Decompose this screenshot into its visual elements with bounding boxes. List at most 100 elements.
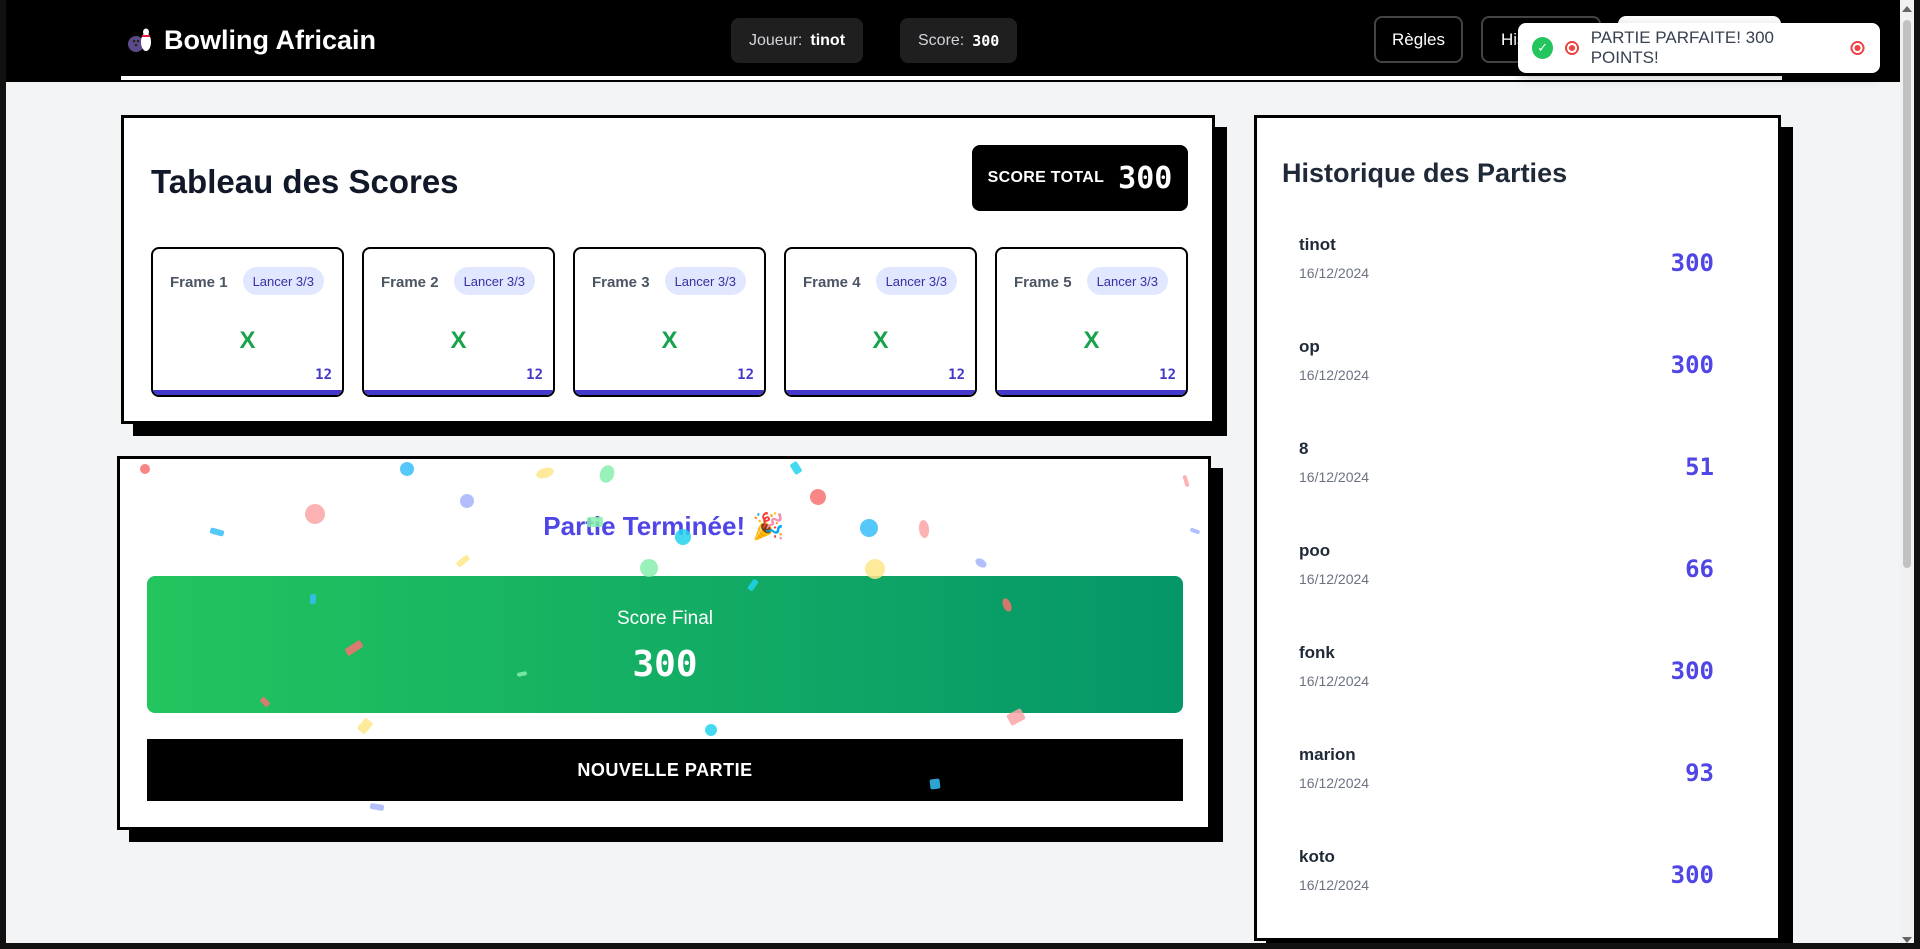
frame-score: 12 bbox=[948, 367, 965, 383]
game-over-title: Partie Terminée! 🎉 bbox=[543, 511, 785, 541]
history-player: 8 bbox=[1299, 439, 1309, 458]
history-card: Historique des Parties tinot 16/12/2024 … bbox=[1254, 115, 1781, 941]
frame-card: Frame 1 Lancer 3/3 X 12 bbox=[151, 247, 344, 397]
player-pill: Joueur: tinot bbox=[731, 18, 864, 63]
scroll-up-arrow-icon[interactable] bbox=[1902, 6, 1912, 12]
history-title: Historique des Parties bbox=[1282, 158, 1568, 188]
target-icon bbox=[1848, 39, 1866, 57]
history-list: tinot 16/12/2024 300 op 16/12/2024 300 8… bbox=[1282, 213, 1752, 927]
scroll-thumb[interactable] bbox=[1903, 20, 1911, 568]
history-score: 66 bbox=[1685, 555, 1714, 583]
final-score-value: 300 bbox=[632, 644, 698, 685]
header-divider bbox=[121, 76, 1782, 80]
history-date: 16/12/2024 bbox=[1299, 265, 1370, 281]
score-pill: Score: 300 bbox=[900, 18, 1018, 63]
total-score-label: SCORE TOTAL bbox=[987, 169, 1105, 186]
confetti-piece bbox=[457, 491, 477, 511]
confetti-piece bbox=[703, 722, 719, 738]
frame-score: 12 bbox=[737, 367, 754, 383]
score-value: 300 bbox=[972, 31, 1000, 50]
frame-card: Frame 4 Lancer 3/3 X 12 bbox=[784, 247, 977, 397]
confetti-piece bbox=[397, 459, 417, 479]
brand-title: Bowling Africain bbox=[164, 24, 377, 55]
game-over-card: Partie Terminée! 🎉 Score Final 300 NOUVE… bbox=[117, 456, 1211, 830]
frames-row: Frame 1 Lancer 3/3 X 12 Frame 2 Lancer 3… bbox=[151, 247, 1188, 397]
confetti-piece bbox=[789, 460, 803, 476]
page-scrollbar[interactable] bbox=[1900, 0, 1914, 949]
total-score-box: SCORE TOTAL 300 bbox=[972, 145, 1188, 211]
throw-badge: Lancer 3/3 bbox=[242, 267, 324, 295]
new-game-button-label: NOUVELLE PARTIE bbox=[577, 759, 753, 780]
final-score-panel: Score Final 300 bbox=[147, 576, 1183, 713]
frame-name: Frame 5 bbox=[1014, 274, 1072, 291]
history-player: op bbox=[1299, 337, 1320, 356]
strike-mark: X bbox=[450, 327, 467, 354]
history-date: 16/12/2024 bbox=[1299, 571, 1370, 587]
target-icon bbox=[1563, 39, 1581, 57]
rules-button-label: Règles bbox=[1392, 29, 1445, 49]
history-score: 300 bbox=[1670, 657, 1714, 685]
strike-mark: X bbox=[661, 327, 678, 354]
history-date: 16/12/2024 bbox=[1299, 775, 1370, 791]
check-circle-icon: ✓ bbox=[1532, 37, 1554, 59]
toast-message: PARTIE PARFAITE! 300 POINTS! bbox=[1590, 28, 1775, 67]
history-date: 16/12/2024 bbox=[1299, 877, 1370, 893]
frame-name: Frame 2 bbox=[381, 274, 439, 291]
confetti-piece bbox=[597, 463, 617, 485]
confetti-piece bbox=[140, 464, 150, 474]
throw-badge: Lancer 3/3 bbox=[875, 267, 957, 295]
scroll-down-arrow-icon[interactable] bbox=[1902, 937, 1912, 943]
frame-score: 12 bbox=[1159, 367, 1176, 383]
history-player: marion bbox=[1299, 745, 1356, 764]
history-player: koto bbox=[1299, 847, 1335, 866]
frame-name: Frame 1 bbox=[170, 274, 228, 291]
total-score-value: 300 bbox=[1118, 160, 1173, 196]
history-score: 93 bbox=[1685, 759, 1714, 787]
strike-mark: X bbox=[1083, 327, 1100, 354]
history-date: 16/12/2024 bbox=[1299, 673, 1370, 689]
confetti-piece bbox=[808, 487, 828, 507]
history-item[interactable]: koto 16/12/2024 300 bbox=[1282, 825, 1752, 927]
frame-score: 12 bbox=[315, 367, 332, 383]
history-date: 16/12/2024 bbox=[1299, 367, 1370, 383]
final-score-label: Score Final bbox=[616, 608, 714, 629]
history-player: fonk bbox=[1299, 643, 1335, 662]
history-date: 16/12/2024 bbox=[1299, 469, 1370, 485]
history-player: poo bbox=[1299, 541, 1331, 560]
frame-card: Frame 2 Lancer 3/3 X 12 bbox=[362, 247, 555, 397]
brand[interactable]: Bowling Africain bbox=[124, 24, 376, 56]
strike-mark: X bbox=[872, 327, 889, 354]
rules-button[interactable]: Règles bbox=[1374, 16, 1463, 63]
bowling-icon bbox=[124, 24, 156, 56]
confetti-piece bbox=[534, 465, 556, 481]
confetti-piece bbox=[369, 802, 385, 812]
history-score: 300 bbox=[1670, 351, 1714, 379]
score-label: Score: bbox=[918, 31, 965, 49]
confetti-piece bbox=[1182, 474, 1190, 488]
confetti-piece bbox=[356, 717, 374, 735]
history-item[interactable]: 8 16/12/2024 51 bbox=[1282, 417, 1752, 519]
success-toast[interactable]: ✓ PARTIE PARFAITE! 300 POINTS! bbox=[1518, 23, 1880, 73]
history-score: 300 bbox=[1670, 861, 1714, 889]
history-item[interactable]: tinot 16/12/2024 300 bbox=[1282, 213, 1752, 315]
scoreboard-title: Tableau des Scores bbox=[151, 163, 459, 200]
history-item[interactable]: fonk 16/12/2024 300 bbox=[1282, 621, 1752, 723]
history-item[interactable]: marion 16/12/2024 93 bbox=[1282, 723, 1752, 825]
scoreboard-card: Tableau des Scores SCORE TOTAL 300 Frame… bbox=[121, 115, 1215, 424]
player-label: Joueur: bbox=[749, 31, 803, 49]
frame-card: Frame 3 Lancer 3/3 X 12 bbox=[573, 247, 766, 397]
throw-badge: Lancer 3/3 bbox=[664, 267, 746, 295]
history-item[interactable]: poo 16/12/2024 66 bbox=[1282, 519, 1752, 621]
throw-badge: Lancer 3/3 bbox=[453, 267, 535, 295]
strike-mark: X bbox=[239, 327, 256, 354]
frame-card: Frame 5 Lancer 3/3 X 12 bbox=[995, 247, 1188, 397]
player-name: tinot bbox=[810, 31, 846, 49]
frame-name: Frame 4 bbox=[803, 274, 861, 291]
history-score: 51 bbox=[1685, 453, 1714, 481]
frame-score: 12 bbox=[526, 367, 543, 383]
confetti-piece bbox=[455, 554, 471, 568]
new-game-button[interactable]: NOUVELLE PARTIE bbox=[147, 739, 1183, 801]
history-item[interactable]: op 16/12/2024 300 bbox=[1282, 315, 1752, 417]
confetti-piece bbox=[973, 556, 989, 570]
history-score: 300 bbox=[1670, 249, 1714, 277]
